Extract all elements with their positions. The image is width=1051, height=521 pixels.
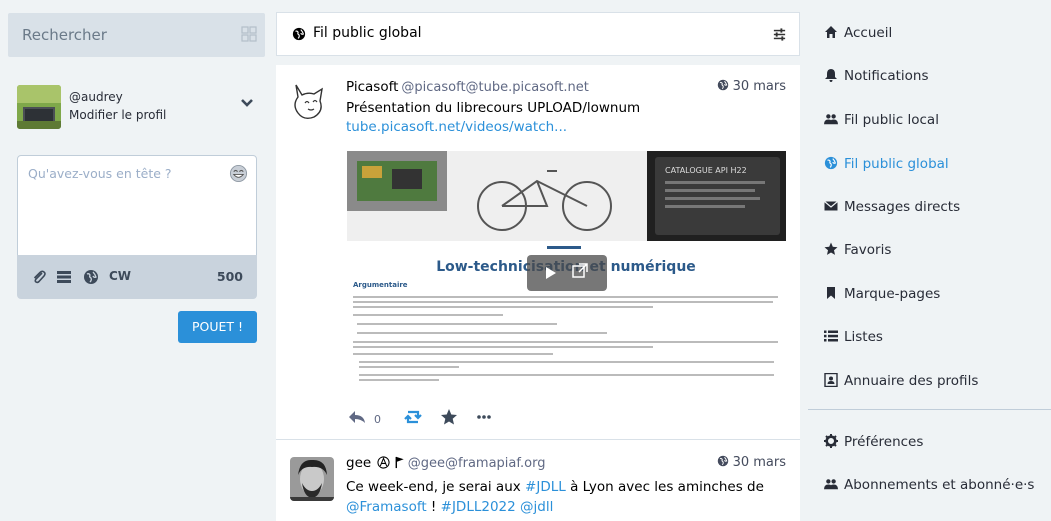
- gear-icon: [824, 434, 838, 448]
- compose-placeholder: Qu'avez-vous en tête ?: [28, 166, 172, 181]
- mention-link[interactable]: @jdll: [520, 499, 553, 515]
- status-content: Ce week-end, je serai aux #JDLL à Lyon a…: [346, 477, 786, 517]
- video-player[interactable]: CATALOGUE API H22 Low-technicisation et …: [347, 151, 786, 398]
- anarchy-icon: [377, 456, 391, 469]
- users-icon: [824, 479, 838, 490]
- account-handle[interactable]: @gee@framapiaf.org: [408, 456, 546, 471]
- nav-label: Annuaire des profils: [844, 373, 979, 389]
- status-timestamp[interactable]: 30 mars: [717, 455, 786, 470]
- navigation-panel: Accueil Notifications Fil public local F…: [808, 0, 1051, 521]
- edit-profile-link[interactable]: Modifier le profil: [69, 108, 166, 122]
- more-icon[interactable]: [475, 408, 493, 426]
- search-icon: [241, 26, 257, 42]
- nav-item-follows[interactable]: Abonnements et abonné·e·s: [824, 477, 1034, 501]
- status-link[interactable]: tube.picasoft.net/videos/watch...: [346, 119, 567, 135]
- nav-item-home[interactable]: Accueil: [824, 25, 892, 49]
- video-card-label: CATALOGUE API H22: [665, 166, 747, 175]
- column-spacer: [276, 56, 800, 65]
- nav-item-lists[interactable]: Listes: [824, 329, 883, 353]
- column-header[interactable]: Fil public global: [276, 12, 800, 56]
- status-action-bar: 0: [347, 408, 547, 428]
- envelope-icon: [824, 201, 838, 211]
- nav-item-bookmarks[interactable]: Marque-pages: [824, 286, 940, 310]
- nav-label: Marque-pages: [844, 286, 941, 302]
- status-text: à Lyon avec les aminches de: [565, 479, 764, 495]
- video-thumbnail: CATALOGUE API H22 Low-technicisation et …: [347, 151, 786, 398]
- mention-link[interactable]: @Framasoft: [346, 499, 427, 515]
- nav-label: Abonnements et abonné·e·s: [844, 477, 1035, 493]
- hashtag-link[interactable]: #JDLL2022: [441, 499, 516, 515]
- video-section: Argumentaire: [353, 281, 408, 289]
- globe-icon: [824, 156, 838, 170]
- nav-item-local[interactable]: Fil public local: [824, 112, 939, 136]
- status-text: !: [426, 499, 441, 515]
- nav-label: Favoris: [844, 242, 892, 258]
- compose-toolbar: CW 500: [17, 255, 257, 299]
- nav-label: Fil public local: [844, 112, 939, 128]
- flag-icon: [395, 456, 404, 469]
- nav-label: Listes: [844, 329, 883, 345]
- account-handle[interactable]: @picasoft@tube.picasoft.net: [401, 80, 588, 95]
- reply-count: 0: [374, 413, 381, 426]
- nav-item-preferences[interactable]: Préférences: [824, 434, 923, 458]
- nav-item-directory[interactable]: Annuaire des profils: [824, 373, 978, 397]
- display-name[interactable]: Picasoft: [346, 79, 398, 95]
- emoji-picker-icon[interactable]: [229, 164, 248, 183]
- status-header[interactable]: Picasoft @picasoft@tube.picasoft.net: [346, 79, 589, 95]
- compose-textarea[interactable]: Qu'avez-vous en tête ?: [17, 155, 257, 256]
- users-icon: [824, 114, 838, 125]
- star-icon: [824, 242, 838, 255]
- nav-label: Accueil: [844, 25, 893, 41]
- poll-icon[interactable]: [56, 269, 72, 285]
- status-item[interactable]: Picasoft @picasoft@tube.picasoft.net 30 m…: [276, 65, 800, 440]
- nav-divider: [808, 409, 1051, 410]
- navigation-bar: @audrey Modifier le profil: [17, 85, 257, 129]
- nav-item-favourites[interactable]: Favoris: [824, 242, 891, 266]
- character-counter: 500: [216, 269, 243, 284]
- list-icon: [824, 330, 838, 342]
- search-input[interactable]: Rechercher: [22, 26, 107, 44]
- nav-item-notifications[interactable]: Notifications: [824, 68, 929, 92]
- avatar[interactable]: [17, 85, 61, 129]
- page-title: Fil public global: [313, 25, 422, 41]
- nav-label: Fil public global: [844, 156, 949, 172]
- nav-label: Préférences: [844, 434, 924, 450]
- status-item[interactable]: gee @gee@framapiaf.org 30 mars Ce week-e…: [276, 441, 800, 521]
- status-timestamp[interactable]: 30 mars: [717, 79, 786, 94]
- compose-form: Qu'avez-vous en tête ? CW 500: [17, 155, 257, 299]
- publish-button[interactable]: POUET !: [178, 311, 257, 343]
- hashtag-link[interactable]: #JDLL: [525, 479, 566, 495]
- nav-item-direct[interactable]: Messages directs: [824, 199, 960, 223]
- globe-icon[interactable]: [83, 269, 99, 285]
- nav-label: Messages directs: [844, 199, 961, 215]
- avatar[interactable]: [290, 457, 334, 501]
- reply-icon[interactable]: [347, 408, 367, 426]
- account-handle[interactable]: @audrey: [69, 90, 123, 104]
- home-icon: [825, 26, 837, 38]
- status-header[interactable]: gee @gee@framapiaf.org: [346, 455, 545, 471]
- status-time: 30 mars: [732, 79, 786, 94]
- avatar[interactable]: [290, 81, 330, 121]
- sliders-icon[interactable]: [772, 27, 787, 42]
- content-warning-button[interactable]: CW: [109, 269, 131, 283]
- paperclip-icon[interactable]: [31, 269, 47, 285]
- boost-icon[interactable]: [404, 408, 422, 426]
- nav-item-federated[interactable]: Fil public global: [824, 156, 949, 180]
- globe-icon: [717, 455, 728, 467]
- bell-icon: [825, 69, 837, 82]
- status-time: 30 mars: [732, 455, 786, 470]
- star-icon[interactable]: [440, 408, 458, 426]
- nav-label: Notifications: [844, 68, 929, 84]
- timeline-column: Fil public global Picasoft @picasoft@tube…: [276, 12, 800, 521]
- status-text: Ce week-end, je serai aux: [346, 479, 526, 495]
- globe-icon: [292, 27, 306, 41]
- search-box[interactable]: Rechercher: [8, 13, 265, 57]
- chevron-down-icon[interactable]: [239, 95, 255, 111]
- status-content: Présentation du librecours UPLOAD/lownum: [346, 100, 641, 116]
- display-name[interactable]: gee: [346, 455, 371, 471]
- address-book-icon: [824, 373, 838, 387]
- bookmark-icon: [827, 287, 835, 299]
- globe-icon: [717, 79, 728, 91]
- left-column: Rechercher @audrey Modifier le profil Qu…: [0, 0, 268, 521]
